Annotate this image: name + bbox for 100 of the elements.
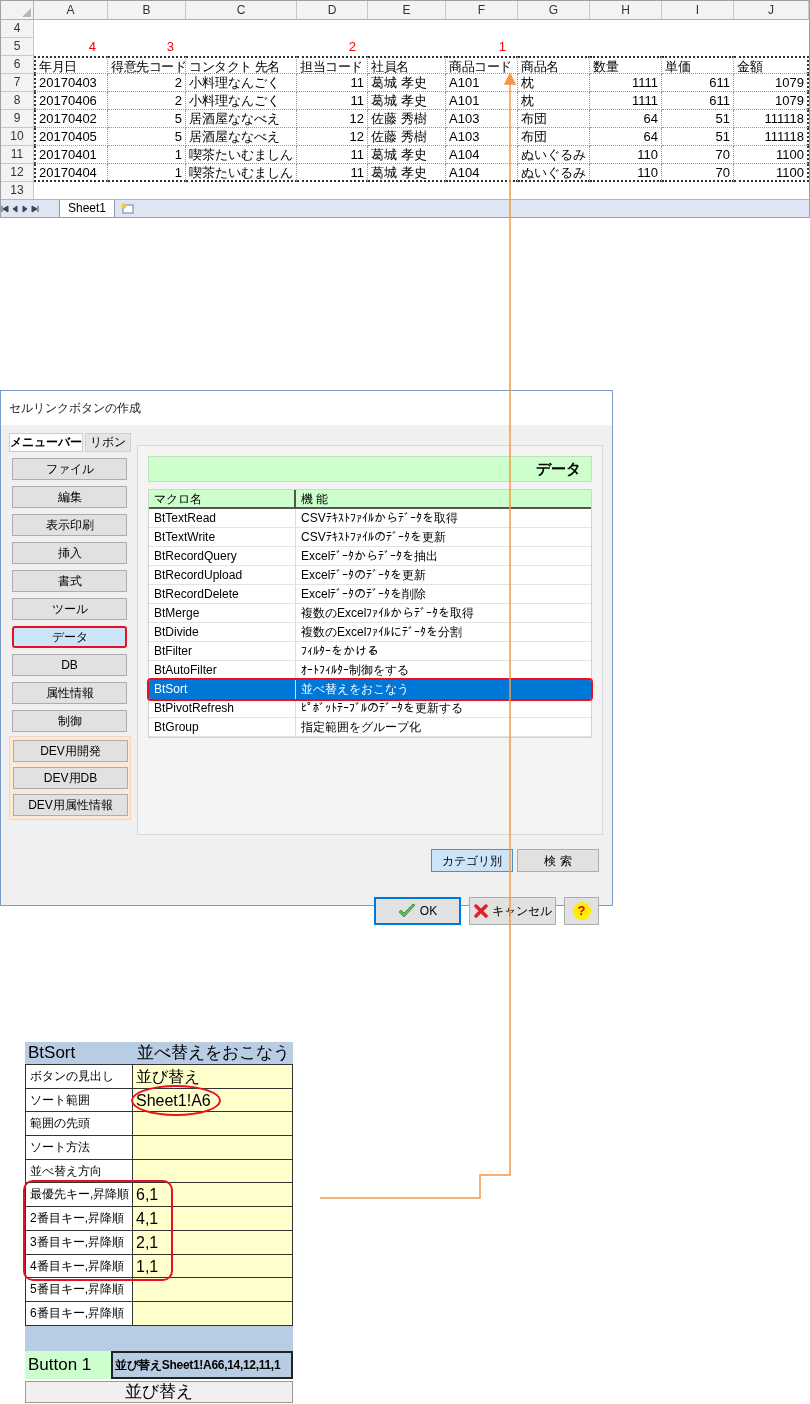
table-cell: 51: [662, 128, 734, 146]
row-header[interactable]: 7: [1, 74, 34, 92]
column-title: 得意先コード: [108, 56, 186, 74]
category-button[interactable]: 挿入: [12, 542, 127, 564]
table-cell: 1: [108, 146, 186, 164]
row-header[interactable]: 13: [1, 182, 34, 200]
category-button[interactable]: DEV用DB: [13, 767, 128, 789]
column-header[interactable]: B: [108, 1, 186, 19]
ok-button[interactable]: OK: [374, 897, 461, 925]
category-button[interactable]: DEV用開発: [13, 740, 128, 762]
column-header[interactable]: G: [518, 1, 590, 19]
button-formula: 並び替えSheet1!A66,14,12,11,1: [111, 1350, 293, 1379]
category-button[interactable]: 書式: [12, 570, 127, 592]
table-cell: 小料理なんごく: [186, 92, 297, 110]
table-cell: 小料理なんごく: [186, 74, 297, 92]
category-button[interactable]: ツール: [12, 598, 127, 620]
mode-tab[interactable]: メニューバー: [9, 433, 83, 452]
table-cell: 枕: [518, 74, 590, 92]
category-button[interactable]: 属性情報: [12, 682, 127, 704]
macro-row[interactable]: BtTextWrite CSVﾃｷｽﾄﾌｧｲﾙのﾃﾞｰﾀを更新: [149, 528, 591, 547]
setting-value: 2,1: [136, 1232, 159, 1253]
macro-name: BtSort: [27, 1042, 77, 1064]
table-cell: 居酒屋ななべえ: [186, 110, 297, 128]
table-cell: 111118: [734, 110, 809, 128]
row-header[interactable]: 9: [1, 110, 34, 128]
setting-value: 4,1: [136, 1209, 159, 1230]
category-button[interactable]: データ: [12, 626, 127, 648]
table-cell: 110: [590, 164, 662, 182]
table-cell: 1111: [590, 92, 662, 110]
macro-description: 並べ替えをおこなう: [136, 1042, 291, 1064]
cancel-button[interactable]: キャンセル: [469, 897, 556, 925]
macro-row[interactable]: BtRecordDelete Excelﾃﾞｰﾀのﾃﾞｰﾀを削除: [149, 585, 591, 604]
column-title: 担当コード: [297, 56, 368, 74]
sheet-tab[interactable]: Sheet1: [59, 199, 116, 218]
column-header[interactable]: J: [734, 1, 809, 19]
column-header[interactable]: D: [297, 1, 368, 19]
table-cell: 2: [108, 92, 186, 110]
view-tab[interactable]: カテゴリ別: [431, 849, 513, 872]
close-icon: [473, 904, 488, 918]
table-cell: 64: [590, 110, 662, 128]
sort-button[interactable]: 並び替え: [25, 1380, 293, 1403]
column-header[interactable]: C: [186, 1, 297, 19]
table-cell: A104: [446, 164, 518, 182]
setting-value: 並び替え: [136, 1067, 200, 1087]
setting-value: 6,1: [136, 1185, 159, 1206]
category-button[interactable]: 制御: [12, 710, 127, 732]
table-cell: 111118: [734, 128, 809, 146]
row-header[interactable]: 8: [1, 92, 34, 110]
macro-row[interactable]: BtGroup 指定範囲をグループ化: [149, 718, 591, 737]
table-cell: 20170401: [34, 146, 108, 164]
table-cell: 11: [297, 164, 368, 182]
row-header[interactable]: 4: [1, 20, 34, 38]
category-button[interactable]: DB: [12, 654, 127, 676]
column-header[interactable]: F: [446, 1, 518, 19]
macro-row[interactable]: BtRecordUpload Excelﾃﾞｰﾀのﾃﾞｰﾀを更新: [149, 566, 591, 585]
help-button[interactable]: ?: [564, 897, 599, 925]
row-header[interactable]: 5: [1, 38, 34, 56]
column-header[interactable]: E: [368, 1, 446, 19]
mode-tab[interactable]: リボン: [85, 433, 131, 452]
macro-row[interactable]: BtPivotRefresh ﾋﾟﾎﾞｯﾄﾃｰﾌﾞﾙのﾃﾞｰﾀを更新する: [149, 699, 591, 718]
macro-row[interactable]: BtSort 並べ替えをおこなう: [149, 680, 591, 699]
table-cell: 20170402: [34, 110, 108, 128]
setting-value: 1,1: [136, 1256, 159, 1277]
column-title[interactable]: 機 能: [296, 490, 591, 507]
table-cell: ぬいぐるみ: [518, 146, 590, 164]
row-header[interactable]: 11: [1, 146, 34, 164]
category-button[interactable]: DEV用属性情報: [13, 794, 128, 816]
table-cell: 5: [108, 128, 186, 146]
view-tab[interactable]: 検 索: [517, 849, 599, 872]
macro-row[interactable]: BtDivide 複数のExcelﾌｧｲﾙにﾃﾞｰﾀを分割: [149, 623, 591, 642]
row-header[interactable]: 6: [1, 56, 34, 74]
table-cell: 喫茶たいむましん: [186, 164, 297, 182]
column-title: 金額: [734, 56, 809, 74]
column-title[interactable]: マクロ名: [149, 490, 296, 507]
scroll-last-icon[interactable]: [31, 204, 41, 213]
macro-row[interactable]: BtRecordQuery Excelﾃﾞｰﾀからﾃﾞｰﾀを抽出: [149, 547, 591, 566]
table-cell: A103: [446, 128, 518, 146]
table-cell: ぬいぐるみ: [518, 164, 590, 182]
table-cell: 20170404: [34, 164, 108, 182]
macro-row[interactable]: BtFilter ﾌｨﾙﾀｰをかける: [149, 642, 591, 661]
category-button[interactable]: 表示印刷: [12, 514, 127, 536]
row-header[interactable]: 12: [1, 164, 34, 182]
macro-row[interactable]: BtMerge 複数のExcelﾌｧｲﾙからﾃﾞｰﾀを取得: [149, 604, 591, 623]
table-cell: A103: [446, 110, 518, 128]
column-header[interactable]: A: [34, 1, 108, 19]
macro-row[interactable]: BtTextRead CSVﾃｷｽﾄﾌｧｲﾙからﾃﾞｰﾀを取得: [149, 509, 591, 528]
table-cell: A104: [446, 146, 518, 164]
window-title: セルリンクボタンの作成: [1, 391, 612, 425]
row-header[interactable]: 10: [1, 128, 34, 146]
column-header[interactable]: H: [590, 1, 662, 19]
column-header[interactable]: I: [662, 1, 734, 19]
sort-order-number: 4: [87, 38, 97, 56]
category-button[interactable]: ファイル: [12, 458, 127, 480]
table-cell: 1079: [734, 92, 809, 110]
column-title: 単価: [662, 56, 734, 74]
table-cell: 70: [662, 164, 734, 182]
category-button[interactable]: 編集: [12, 486, 127, 508]
table-cell: 1100: [734, 146, 809, 164]
table-cell: 1079: [734, 74, 809, 92]
table-cell: 12: [297, 110, 368, 128]
